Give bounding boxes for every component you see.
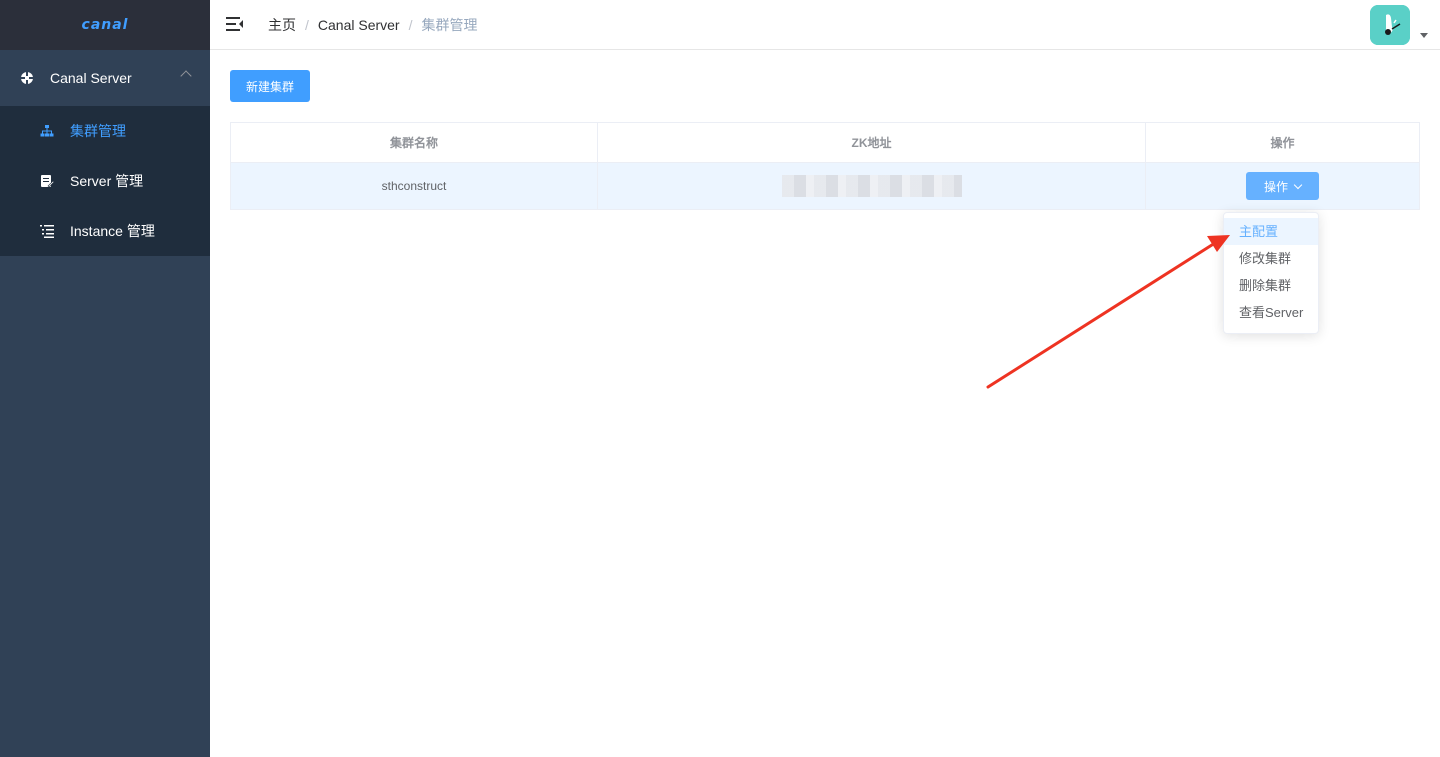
actions-dropdown-menu: 主配置 修改集群 删除集群 查看Server [1223,212,1319,334]
sidebar-item-label: Instance 管理 [70,223,155,239]
actions-dropdown-button[interactable]: 操作 [1246,172,1319,200]
redacted-zk-address [781,175,962,197]
sidebar-item-cluster[interactable]: 集群管理 [0,106,210,156]
new-cluster-button[interactable]: 新建集群 [230,70,310,102]
table-header: 集群名称 ZK地址 操作 [231,123,1419,163]
table-row: sthconstruct 操作 [231,163,1419,209]
breadcrumb-current: 集群管理 [421,17,478,33]
app-logo[interactable]: canal [82,17,129,33]
annotation-arrow [986,235,1230,389]
dropdown-item-delete-cluster[interactable]: 删除集群 [1224,272,1318,299]
sitemap-icon [40,125,54,137]
breadcrumb-home[interactable]: 主页 [268,15,296,35]
arrow-shaft [986,241,1217,389]
top-navbar: 主页 / Canal Server / 集群管理 [210,0,1440,50]
menu-toggle-icon[interactable] [226,15,244,33]
sidebar-menu-label: Canal Server [50,70,132,86]
caret-down-icon[interactable] [1420,33,1428,38]
sidebar-item-label: Server 管理 [70,173,144,189]
sidebar-item-instance[interactable]: Instance 管理 [0,206,210,256]
avatar-image-icon [1370,5,1410,45]
sidebar-submenu: 集群管理 Server 管理 Instance 管理 [0,106,210,256]
cell-actions: 操作 [1146,163,1419,209]
breadcrumb: 主页 / Canal Server / 集群管理 [268,0,477,50]
crosshair-icon [20,71,34,85]
chevron-down-icon [1293,180,1303,189]
logo-bar: canal [0,0,210,50]
header-zk-address: ZK地址 [598,123,1146,162]
cell-zk-address [598,163,1146,209]
breadcrumb-separator: / [408,17,413,33]
edit-doc-icon [41,175,54,188]
header-actions: 操作 [1270,136,1295,150]
avatar[interactable] [1370,5,1410,45]
list-icon [40,225,54,238]
cell-cluster-name: sthconstruct [231,163,598,209]
dropdown-item-view-server[interactable]: 查看Server [1224,299,1318,326]
header-cluster-name: 集群名称 [231,123,598,162]
sidebar-menu-canal-server[interactable]: Canal Server [0,50,210,106]
breadcrumb-separator: / [305,17,309,33]
actions-button-label: 操作 [1263,179,1288,194]
chevron-up-icon [180,70,192,82]
dropdown-item-main-config[interactable]: 主配置 [1224,218,1318,245]
breadcrumb-canal-server[interactable]: Canal Server [318,17,400,33]
cluster-table: 集群名称 ZK地址 操作 sthconstruct 操作 [230,122,1420,210]
sidebar: canal Canal Server 集群管理 Server 管理 Instan… [0,0,210,757]
dropdown-item-edit-cluster[interactable]: 修改集群 [1224,245,1318,272]
sidebar-item-label: 集群管理 [70,123,126,139]
sidebar-item-server[interactable]: Server 管理 [0,156,210,206]
